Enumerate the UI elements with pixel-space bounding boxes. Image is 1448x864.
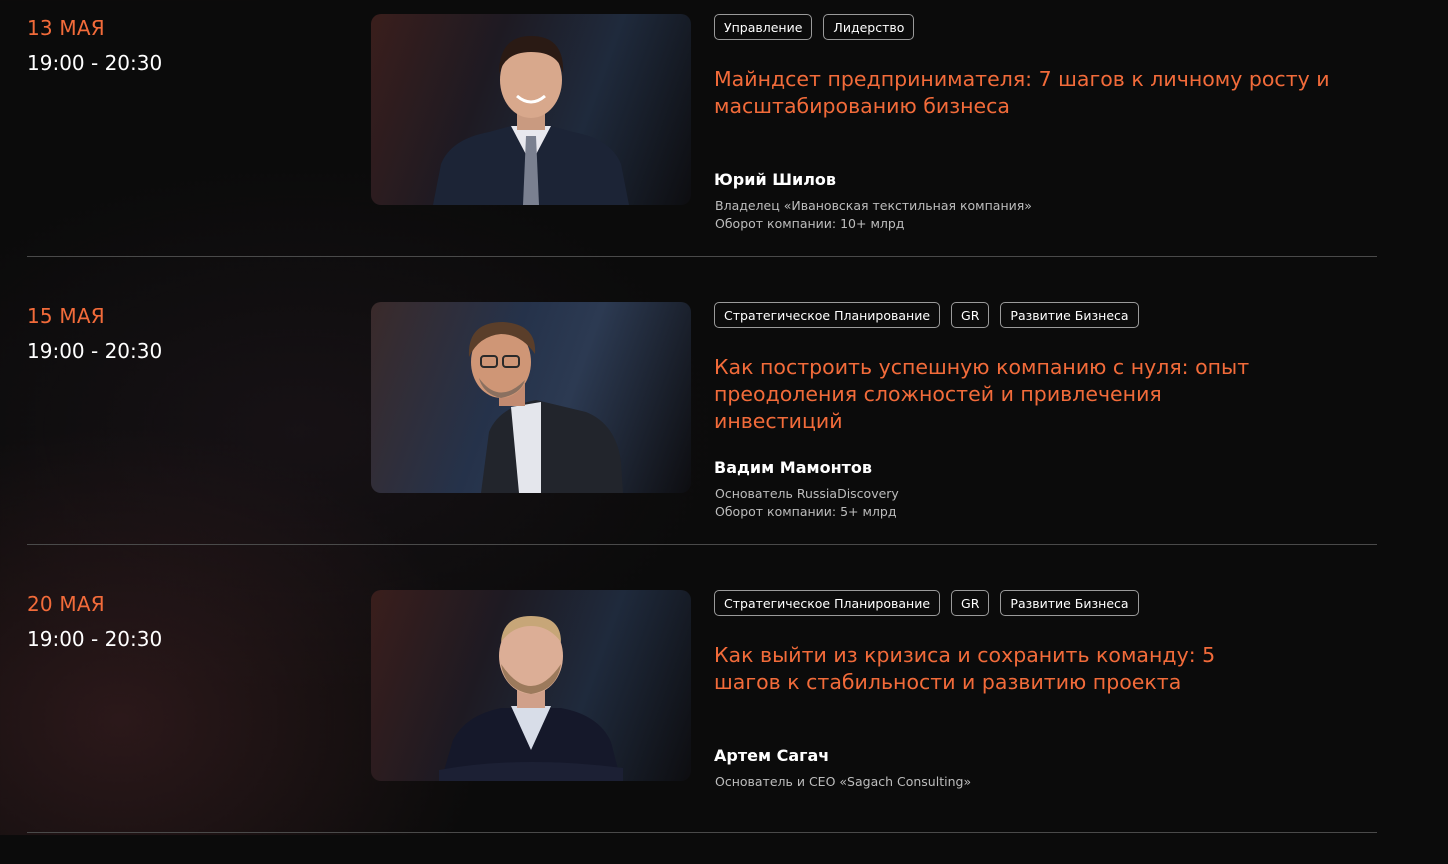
speaker-position: Основатель RussiaDiscovery [715, 486, 899, 501]
event-card-2: 15 МАЯ 19:00 - 20:30 Стратегическое План… [0, 288, 1448, 576]
tag[interactable]: Лидерство [823, 14, 915, 40]
tag-list: Управление Лидерство [714, 14, 915, 40]
speaker-portrait-icon [439, 616, 623, 781]
event-time: 19:00 - 20:30 [27, 51, 163, 75]
speaker-photo[interactable] [371, 302, 691, 493]
event-time: 19:00 - 20:30 [27, 339, 163, 363]
tag[interactable]: Развитие Бизнеса [1000, 302, 1139, 328]
tag-list: Стратегическое Планирование GR Развитие … [714, 302, 1139, 328]
speaker-portrait-icon [433, 36, 629, 205]
tag[interactable]: Стратегическое Планирование [714, 590, 941, 616]
event-date: 20 МАЯ [27, 592, 105, 616]
speaker-name: Юрий Шилов [714, 170, 837, 189]
event-title[interactable]: Майндсет предпринимателя: 7 шагов к личн… [714, 66, 1354, 120]
tag[interactable]: GR [951, 302, 990, 328]
tag[interactable]: Управление [714, 14, 813, 40]
speaker-info: Владелец «Ивановская текстильная компани… [715, 197, 1032, 233]
tag-list: Стратегическое Планирование GR Развитие … [714, 590, 1139, 616]
divider [27, 544, 1377, 545]
speaker-portrait-icon [468, 322, 623, 493]
event-date: 13 МАЯ [27, 16, 105, 40]
event-date: 15 МАЯ [27, 304, 105, 328]
event-time: 19:00 - 20:30 [27, 627, 163, 651]
event-card-3: 20 МАЯ 19:00 - 20:30 Стратегическое План… [0, 576, 1448, 864]
speaker-name: Артем Сагач [714, 746, 830, 765]
speaker-position: Основатель и CEO «Sagach Consulting» [715, 774, 972, 789]
tag[interactable]: GR [951, 590, 990, 616]
speaker-info: Основатель RussiaDiscovery Оборот компан… [715, 485, 899, 521]
speaker-photo[interactable] [371, 590, 691, 781]
event-card-1: 13 МАЯ 19:00 - 20:30 Управление Лидерств… [0, 0, 1448, 288]
speaker-info: Основатель и CEO «Sagach Consulting» [715, 773, 971, 791]
company-revenue: Оборот компании: 5+ млрд [715, 504, 897, 519]
event-title[interactable]: Как построить успешную компанию с нуля: … [714, 354, 1274, 435]
speaker-photo[interactable] [371, 14, 691, 205]
company-revenue: Оборот компании: 10+ млрд [715, 216, 905, 231]
speaker-position: Владелец «Ивановская текстильная компани… [715, 198, 1032, 213]
divider [27, 256, 1377, 257]
tag[interactable]: Стратегическое Планирование [714, 302, 941, 328]
divider [27, 832, 1377, 833]
tag[interactable]: Развитие Бизнеса [1000, 590, 1139, 616]
speaker-name: Вадим Мамонтов [714, 458, 873, 477]
event-title[interactable]: Как выйти из кризиса и сохранить команду… [714, 642, 1234, 696]
